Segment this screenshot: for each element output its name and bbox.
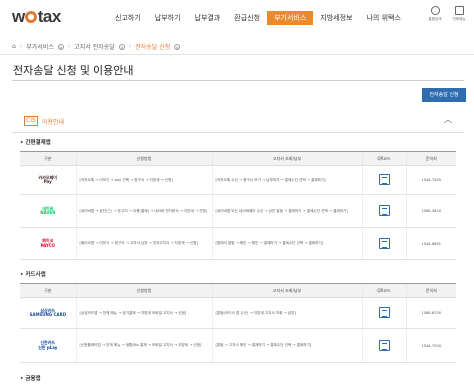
menu-icon-label: 전체메뉴 — [452, 17, 466, 21]
breadcrumb: ⌂ › 부가서비스 v › 고지서 전자송달 v › 전자송달 신청 v — [12, 42, 181, 51]
breadcrumb-separator: › — [128, 43, 132, 50]
category-label: 카드사앱 — [25, 272, 46, 278]
nav-item-refund[interactable]: 환급신청 — [227, 11, 267, 25]
bill-inquiry-cell: [네이버앱 또는 네이버페이 수신 → 상단 알림 → 결제하기 → 결제수단 … — [211, 194, 362, 228]
nav-item-local-tax-info[interactable]: 지방세정보 — [313, 11, 359, 25]
bill-inquiry-cell: [알림 → 고지서 확인 → 결제하기 → 결제수단 선택 → 결제하기] — [211, 328, 362, 363]
category-label: 금융앱 — [25, 376, 41, 382]
brand-cell: 페이코 PAYCO — [20, 227, 76, 260]
contact-cell: 1588-3820 — [405, 194, 456, 228]
breadcrumb-separator: › — [67, 43, 71, 50]
search-icon[interactable]: 통합검색 — [426, 6, 444, 22]
cis-icon: CIS — [24, 116, 38, 126]
column-header: 구분 — [20, 283, 76, 298]
table-row: 카카오페이 Pay [카카오톡 → 더보기 → pay 선택 → 청구서 → 지방… — [20, 165, 456, 195]
chevron-up-icon[interactable]: ︿ — [444, 114, 452, 125]
wetax-logo[interactable]: w tax — [12, 7, 61, 27]
apply-e-delivery-button[interactable]: 전자송달 신청 — [422, 88, 466, 102]
table-row: 신한카드 신한 pLay [신한플레이앱 → 전체 메뉴 → 생활/Biz 결제 … — [20, 328, 456, 363]
apply-method-cell: [카카오톡 → 더보기 → pay 선택 → 청구서 → 지방세 → 신청] — [75, 165, 212, 195]
column-header: QR코드 — [361, 151, 406, 166]
brand-cell: 네이버 NAVER — [20, 194, 76, 228]
search-icon-label: 통합검색 — [428, 17, 442, 21]
payco-logo: 페이코 PAYCO — [40, 238, 55, 248]
bill-inquiry-cell: [알림(카드사 앱 수신) → 지방세 고지서 조회 → 납부] — [211, 297, 362, 329]
apply-method-cell: [삼성카드앱 → 전체 메뉴 → 정기결제 → 지방세 모바일 고지서 → 신청… — [75, 297, 212, 329]
breadcrumb-separator: › — [19, 43, 23, 50]
bill-inquiry-cell: [앱에서 알림 → 확인 → 확인 → 결제하기 → 결제수단 선택 → 결제하… — [211, 227, 362, 260]
column-header: 고지서 조회/납부 — [211, 151, 362, 166]
brand-cell: 카카오페이 Pay — [20, 165, 76, 195]
column-header: 구분 — [20, 151, 76, 166]
divider — [12, 80, 464, 81]
kakaopay-logo: 카카오페이 Pay — [38, 174, 57, 184]
column-header: 신청방법 — [75, 151, 212, 166]
category-title: • 간편결제앱 — [20, 140, 51, 146]
qr-code-icon[interactable] — [378, 339, 390, 351]
table-row: 네이버 NAVER [네이버앱 → 상단(三) → 표고지 → 이용(결제) → … — [20, 194, 456, 228]
column-header: QR코드 — [361, 283, 406, 298]
samsung-card-logo: 삼성카드 SAMSUNG CARD — [29, 307, 67, 317]
menu-icon[interactable]: 전체메뉴 — [450, 6, 468, 22]
nav-item-pay-result[interactable]: 납부결과 — [188, 11, 228, 25]
page-title: 전자송달 신청 및 이용안내 — [13, 65, 134, 77]
logo-o-mark — [25, 11, 38, 23]
qr-cell — [361, 165, 406, 195]
qr-cell — [361, 297, 406, 329]
qr-code-icon[interactable] — [378, 174, 390, 185]
category-label: 간편결제앱 — [25, 140, 51, 146]
qr-code-icon[interactable] — [378, 237, 390, 249]
site-header: w tax 신고하기 납부하기 납부결과 환급신청 부가서비스 지방세정보 나의 … — [0, 0, 474, 34]
contact-cell: 1544-7405 — [405, 165, 456, 195]
contact-cell: 1544-6891 — [405, 227, 456, 260]
usage-guide-section-header[interactable]: CIS 이용안내 ︿ — [12, 114, 464, 130]
bill-inquiry-cell: [카카오톡 수신 → 청구서 보기 → 납부하기 → 결제수단 선택 → 결제하… — [211, 165, 362, 195]
qr-code-icon[interactable] — [378, 307, 390, 318]
section-label: 이용안내 — [42, 119, 65, 126]
column-header: 문의처 — [405, 151, 456, 166]
column-header: 문의처 — [405, 283, 456, 298]
nav-item-extra-services[interactable]: 부가서비스 — [267, 11, 314, 25]
table-row: 삼성카드 SAMSUNG CARD [삼성카드앱 → 전체 메뉴 → 정기결제 →… — [20, 297, 456, 329]
qr-cell — [361, 227, 406, 260]
column-header: 신청방법 — [75, 283, 212, 298]
nav-item-pay[interactable]: 납부하기 — [148, 11, 188, 25]
card-app-table: 구분 신청방법 고지서 조회/납부 QR코드 문의처 삼성카드 SAMSUNG C… — [20, 283, 456, 363]
breadcrumb-item-e-delivery[interactable]: 고지서 전자송달 — [74, 42, 115, 51]
chevron-down-icon[interactable]: v — [118, 43, 125, 50]
table-header-row: 구분 신청방법 고지서 조회/납부 QR코드 문의처 — [20, 151, 456, 166]
logo-text-post: tax — [37, 7, 62, 26]
breadcrumb-item-current: 전자송달 신청 — [135, 44, 171, 51]
contact-cell: 1588-8700 — [405, 297, 456, 329]
qr-cell — [361, 328, 406, 363]
contact-cell: 1544-7000 — [405, 328, 456, 363]
apply-method-cell: [신한플레이앱 → 전체 메뉴 → 생활/Biz 결제 → 모바일 고지서 → … — [75, 328, 212, 363]
home-icon[interactable]: ⌂ — [12, 43, 16, 50]
shinhan-card-logo: 신한카드 신한 pLay — [38, 340, 58, 350]
divider — [12, 132, 464, 133]
main-nav: 신고하기 납부하기 납부결과 환급신청 부가서비스 지방세정보 나의 위택스 — [108, 11, 408, 25]
chevron-down-icon[interactable]: v — [174, 43, 181, 50]
naver-logo: 네이버 NAVER — [40, 205, 56, 215]
header-utility-icons: 통합검색 전체메뉴 — [426, 6, 468, 22]
table-header-row: 구분 신청방법 고지서 조회/납부 QR코드 문의처 — [20, 283, 456, 298]
brand-cell: 삼성카드 SAMSUNG CARD — [20, 297, 76, 329]
table-row: 페이코 PAYCO [페이코앱 → 더보기 → 청구서 → 고지서·납부 → 전자… — [20, 227, 456, 260]
nav-item-report[interactable]: 신고하기 — [108, 11, 148, 25]
column-header: 고지서 조회/납부 — [211, 283, 362, 298]
apply-method-cell: [페이코앱 → 더보기 → 청구서 → 고지서·납부 → 전자고지서 → 지방세… — [75, 227, 212, 260]
apply-method-cell: [네이버앱 → 상단(三) → 표고지 → 이용(결제) → 네이버 전자문서 … — [75, 194, 212, 228]
simple-pay-table: 구분 신청방법 고지서 조회/납부 QR코드 문의처 카카오페이 Pay [카카오… — [20, 151, 456, 260]
category-title: • 금융앱 — [20, 376, 41, 382]
chevron-down-icon[interactable]: v — [57, 43, 64, 50]
divider — [0, 54, 474, 55]
logo-text-pre: w — [12, 7, 25, 26]
breadcrumb-item-extra-services[interactable]: 부가서비스 — [26, 42, 54, 51]
brand-cell: 신한카드 신한 pLay — [20, 328, 76, 363]
category-title: • 카드사앱 — [20, 272, 46, 278]
qr-cell — [361, 194, 406, 228]
qr-code-icon[interactable] — [378, 205, 390, 216]
nav-item-my-wetax[interactable]: 나의 위택스 — [359, 11, 407, 25]
